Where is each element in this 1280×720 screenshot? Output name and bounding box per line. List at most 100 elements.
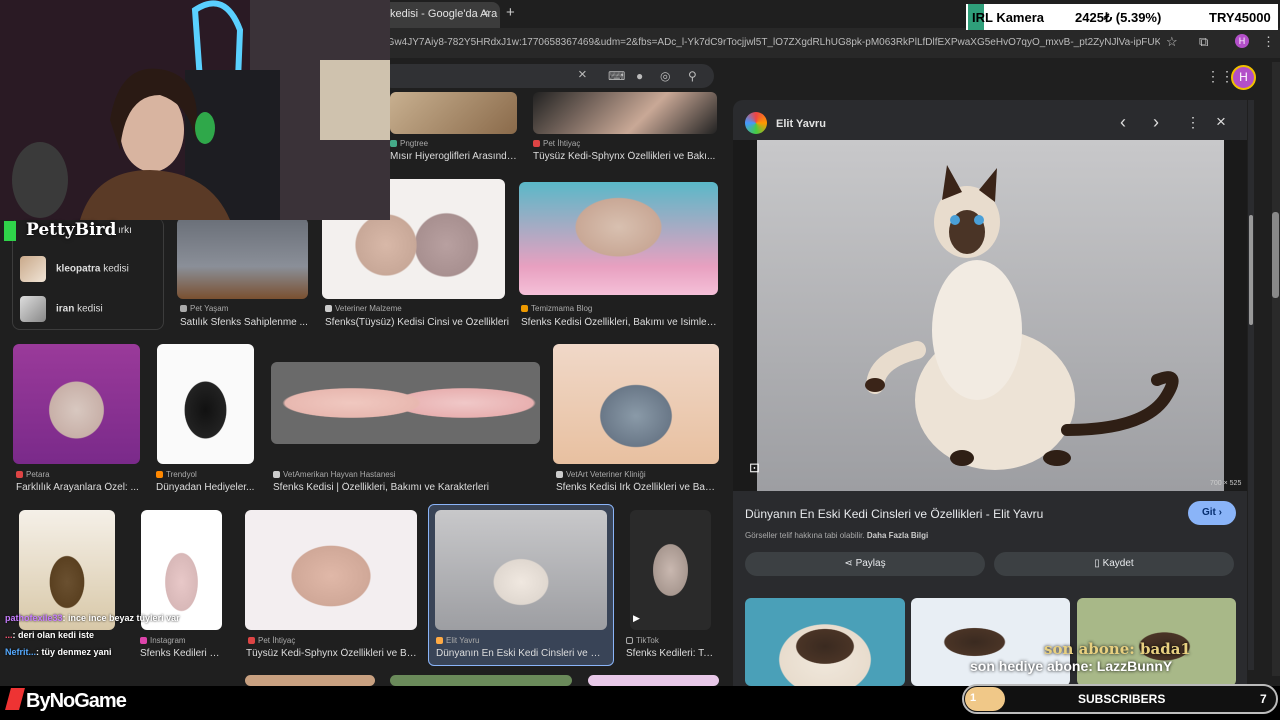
result-source: Petara <box>16 470 50 479</box>
result-source: Instagram <box>140 636 186 645</box>
new-tab-button[interactable]: + <box>506 4 515 21</box>
browser-profile-avatar[interactable]: H <box>1235 34 1249 48</box>
extensions-icon[interactable]: ⧉ <box>1199 34 1208 50</box>
streamer-name: PettyBird <box>26 220 117 240</box>
source-favicon <box>745 112 767 134</box>
close-panel-icon[interactable]: × <box>1216 112 1226 132</box>
chat-username: pathofexile33 <box>5 613 63 623</box>
result-image[interactable] <box>519 182 718 295</box>
result-image[interactable] <box>177 218 308 299</box>
result-source: Elit Yavru <box>436 636 480 645</box>
result-title[interactable]: Farklılık Arayanlara Özel: ... <box>16 482 140 493</box>
panel-scrollbar[interactable] <box>1248 100 1254 670</box>
result-source: Veteriner Malzeme <box>325 304 402 313</box>
last-sub-alert: son abone: bada1 <box>1044 640 1191 658</box>
result-image[interactable] <box>245 510 417 630</box>
keyboard-icon[interactable]: ⌨ <box>608 69 625 83</box>
more-options-icon[interactable]: ⋮ <box>1186 114 1200 131</box>
ticker-name: IRL Kamera <box>972 10 1045 25</box>
google-account-avatar[interactable]: H <box>1231 65 1256 90</box>
tab-close-icon[interactable]: × <box>482 6 489 20</box>
result-source: Pet İhtiyaç <box>533 139 580 148</box>
bookmark-icon: ▯ <box>1094 558 1100 569</box>
chat-message: pathofexile33: ince ince beyaz tüyleri v… <box>5 613 180 623</box>
result-image[interactable] <box>19 510 115 630</box>
result-title[interactable]: Sfenks Kedileri Ha... <box>140 648 226 659</box>
related-item[interactable]: ırkı <box>118 225 132 236</box>
result-image[interactable] <box>13 344 140 464</box>
webcam-scene <box>0 0 390 220</box>
address-bar[interactable]: EGw4JY7Aiy8-782Y5HRdxJ1w:1770658367469&u… <box>380 33 1160 53</box>
result-title[interactable]: Sfenks Kedileri: Ta... <box>626 648 716 659</box>
related-item[interactable]: iran kedisi <box>20 296 103 322</box>
result-source: VetArt Veteriner Kliniği <box>556 470 646 479</box>
result-title[interactable]: Sfenks Kedisi Irk Özellikleri ve Bakı... <box>556 482 718 493</box>
result-title[interactable]: Sfenks Kedisi | Özellikleri, Bakımı ve K… <box>273 482 543 493</box>
visit-button[interactable]: Git › <box>1188 501 1236 525</box>
learn-more-link[interactable]: Daha Fazla Bilgi <box>867 531 928 540</box>
result-image[interactable] <box>245 675 375 686</box>
subs-label: SUBSCRIBERS <box>1078 692 1166 706</box>
subs-current: 1 <box>970 692 977 704</box>
result-image[interactable] <box>271 362 540 444</box>
panel-source[interactable]: Elit Yavru <box>776 118 826 130</box>
subs-goal: 7 <box>1260 692 1267 706</box>
related-image[interactable] <box>745 598 905 686</box>
kick-logo-icon <box>4 221 16 241</box>
related-item[interactable]: kleopatra kedisi <box>20 256 129 282</box>
page-scrollbar[interactable] <box>1272 62 1280 676</box>
microphone-icon[interactable]: ● <box>636 69 643 83</box>
result-title[interactable]: Satılık Sfenks Sahiplenme ... <box>180 317 308 328</box>
result-source: Pet Yaşam <box>180 304 228 313</box>
browser-menu-icon[interactable]: ⋮ <box>1262 34 1275 50</box>
lens-icon[interactable]: ◎ <box>660 69 670 83</box>
related-thumbnail <box>20 256 46 282</box>
gift-sub-alert: son hediye abone: LazzBunnY <box>970 658 1173 674</box>
result-source: TikTok <box>626 636 659 645</box>
ticker-value: 2425₺ (5.39%) <box>1075 10 1162 25</box>
chat-message: ...: deri olan kedi iste <box>5 630 95 640</box>
result-title[interactable]: Sfenks Kedisi Özellikleri, Bakımı ve İsi… <box>521 317 718 328</box>
chat-username: ... <box>5 630 13 640</box>
share-icon: ⋖ <box>844 558 853 569</box>
search-icon[interactable]: ⚲ <box>688 69 697 83</box>
clear-search-icon[interactable]: × <box>578 66 587 83</box>
result-source: Trendyol <box>156 470 197 479</box>
panel-scrollbar-thumb[interactable] <box>1249 215 1253 325</box>
scrollbar-thumb[interactable] <box>1272 212 1279 298</box>
result-image[interactable] <box>533 92 717 134</box>
result-image[interactable] <box>141 510 222 630</box>
bynogame-brand: ByNoGame <box>26 690 127 712</box>
result-image[interactable] <box>588 675 719 686</box>
panel-title[interactable]: Dünyanın En Eski Kedi Cinsleri ve Özelli… <box>745 507 1175 521</box>
result-title[interactable]: Sfenks(Tüysüz) Kedisi Cinsi ve Özellikle… <box>325 317 510 328</box>
result-source: Pet İhtiyaç <box>248 636 295 645</box>
preview-image[interactable] <box>757 140 1224 491</box>
previous-image-icon[interactable]: ‹ <box>1120 112 1126 133</box>
result-image[interactable] <box>390 92 517 134</box>
chat-username: Nefrit... <box>5 647 37 657</box>
result-title[interactable]: Dünyadan Hediyeler... <box>156 482 256 493</box>
result-source: Pngtree <box>390 139 428 148</box>
result-title[interactable]: Dünyanın En Eski Kedi Cinsleri ve Öz... <box>436 648 608 659</box>
share-button[interactable]: ⋖ Paylaş <box>745 552 985 576</box>
image-dimensions: 700 × 525 <box>1210 480 1242 487</box>
next-image-icon[interactable]: › <box>1153 112 1159 133</box>
bookmark-star-icon[interactable]: ☆ <box>1166 34 1178 50</box>
result-title[interactable]: Tüysüz Kedi-Sphynx Özellikleri ve Bakı..… <box>533 151 717 162</box>
result-image[interactable] <box>435 510 607 630</box>
result-image[interactable] <box>630 510 711 630</box>
related-thumbnail <box>20 296 46 322</box>
copyright-note: Görseller telif hakkına tabi olabilir. D… <box>745 531 929 540</box>
siamese-cat-illustration <box>865 165 1179 470</box>
result-image[interactable] <box>157 344 254 464</box>
chat-message: Nefrit...: tüy denmez yani <box>5 647 112 657</box>
result-image[interactable] <box>553 344 719 464</box>
result-title[interactable]: Mısır Hiyeroglifleri Arasında ... <box>390 151 517 162</box>
save-button[interactable]: ▯ Kaydet <box>994 552 1234 576</box>
result-image[interactable] <box>390 675 572 686</box>
result-source: VetAmerikan Hayvan Hastanesi <box>273 470 396 479</box>
result-title[interactable]: Tüysüz Kedi-Sphynx Özellikleri ve Ba... <box>246 648 418 659</box>
video-play-icon: ▶ <box>633 613 640 623</box>
visual-search-icon[interactable]: ⊡ <box>749 460 760 476</box>
